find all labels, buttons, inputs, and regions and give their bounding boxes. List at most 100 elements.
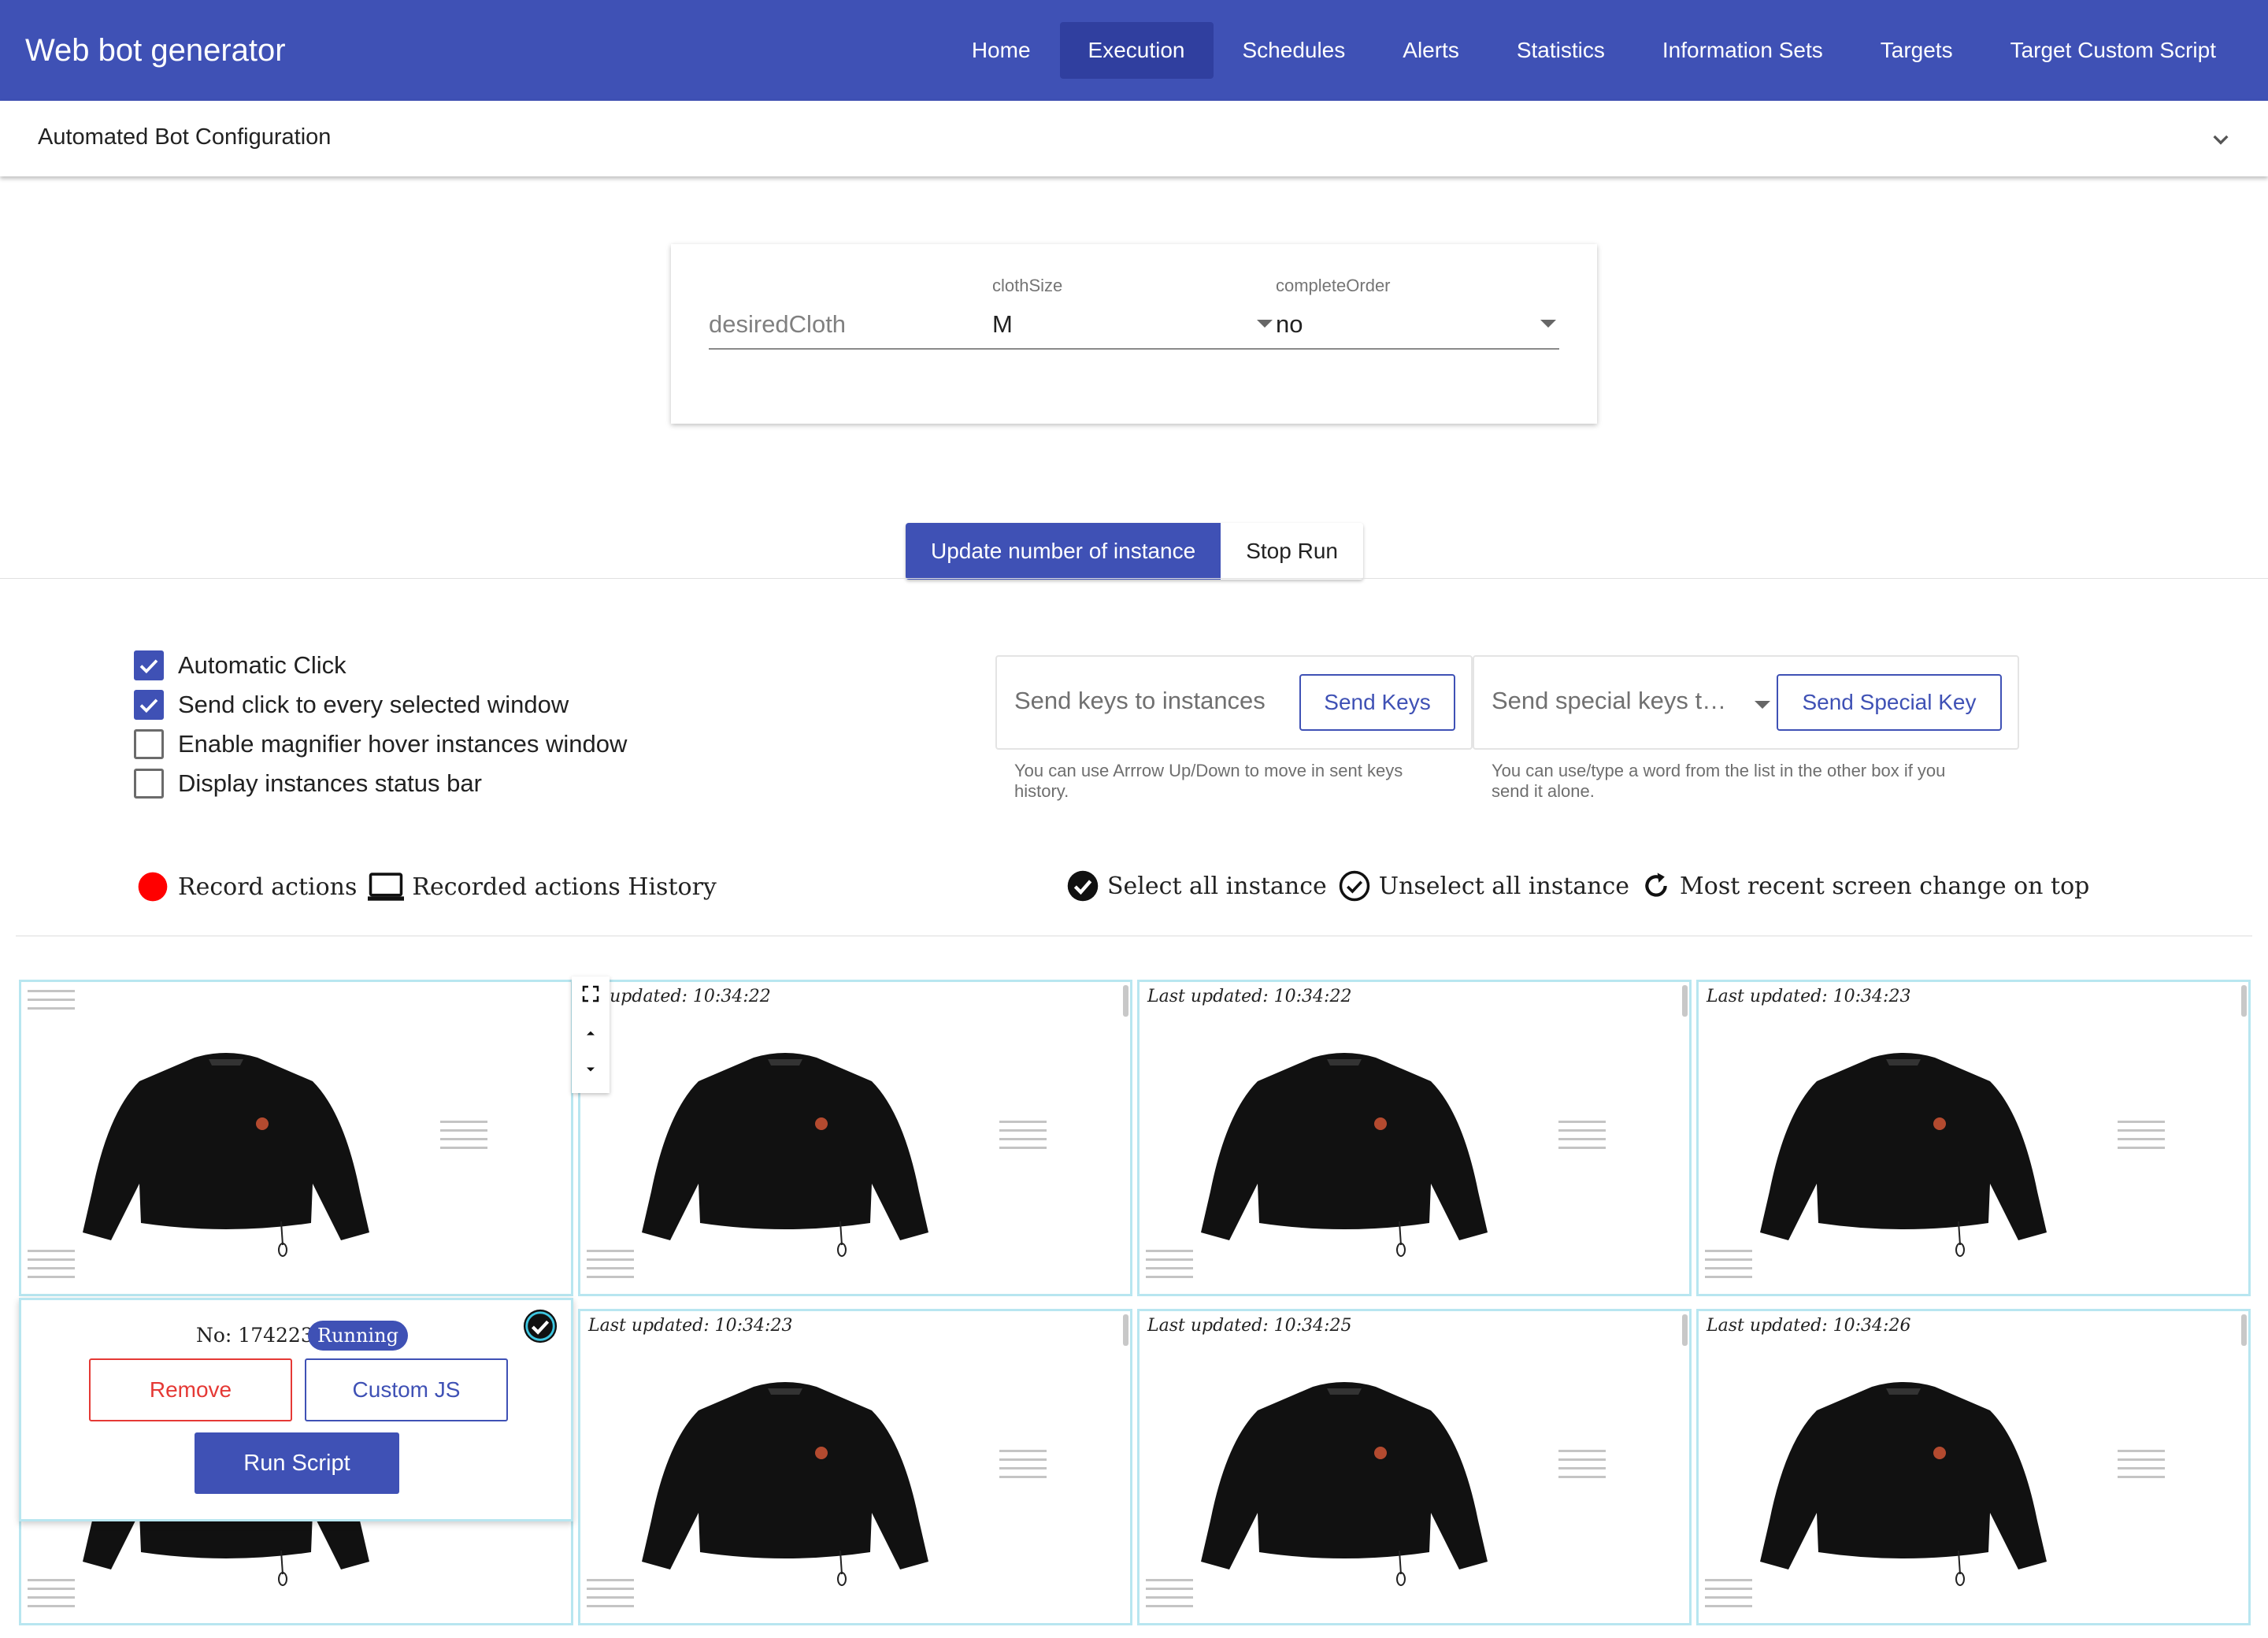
instance-tile[interactable]: st updated: 10:34:22 [578, 980, 1132, 1296]
record-actions-button[interactable]: Record actions [135, 869, 357, 904]
send-keys-button[interactable]: Send Keys [1299, 674, 1455, 731]
run-actions: Update number of instance Stop Run [906, 523, 1363, 580]
last-updated-text: Last updated: 10:34:23 [1707, 987, 1911, 1006]
run-script-button[interactable]: Run Script [195, 1432, 399, 1494]
tile-scrollbar[interactable] [1123, 985, 1128, 1017]
recent-on-top-button[interactable]: Most recent screen change on top [1640, 870, 2089, 902]
instance-tile[interactable]: Last updated: 10:34:22 [1137, 980, 1692, 1296]
tile-text-lines [28, 990, 75, 1016]
option-automatic-click[interactable]: Automatic Click [134, 646, 627, 685]
chevron-down-icon[interactable] [2205, 124, 2236, 156]
check-circle-outline-icon [1339, 870, 1370, 902]
option-enable-magnifier[interactable]: Enable magnifier hover instances window [134, 724, 627, 764]
instance-tile[interactable]: Last updated: 10:34:23 [1696, 980, 2251, 1296]
select-all-button[interactable]: Select all instance [1066, 869, 1327, 902]
option-display-status-bar[interactable]: Display instances status bar [134, 764, 627, 803]
nav-targets[interactable]: Targets [1852, 22, 1981, 79]
tile-text-lines [587, 1579, 634, 1614]
option-label: Send click to every selected window [178, 691, 569, 718]
config-panel-header[interactable]: Automated Bot Configuration [0, 101, 2268, 176]
record-actions-row: Record actions Recorded actions History [135, 869, 728, 904]
checkbox-checked[interactable] [134, 650, 164, 680]
app-root: Web bot generator Home Execution Schedul… [0, 0, 2268, 1638]
nav-home[interactable]: Home [943, 22, 1059, 79]
tile-scrollbar[interactable] [2241, 985, 2247, 1017]
selection-actions-row: Select all instance Unselect all instanc… [1066, 869, 2100, 902]
tile-scrollbar[interactable] [1682, 985, 1688, 1017]
arrow-up-icon[interactable] [580, 1022, 602, 1044]
send-special-input[interactable]: Send special keys t… [1492, 687, 1751, 715]
cloth-size-label: clothSize [992, 276, 1063, 295]
complete-order-select[interactable]: completeOrder no [1276, 276, 1559, 350]
last-updated-text: Last updated: 10:34:25 [1147, 1316, 1352, 1336]
options-list: Automatic Click Send click to every sele… [134, 646, 627, 803]
check-circle-selected-icon[interactable] [522, 1308, 558, 1344]
tile-scrollbar[interactable] [1682, 1314, 1688, 1346]
desired-cloth-field[interactable]: desiredCloth [709, 276, 992, 350]
main-nav: Home Execution Schedules Alerts Statisti… [943, 22, 2244, 79]
tile-text-lines [999, 1450, 1047, 1484]
tile-mini-toolbar [572, 976, 610, 1093]
desired-cloth-input[interactable]: desiredCloth [709, 310, 846, 339]
panel-title: Automated Bot Configuration [38, 124, 332, 150]
last-updated-text: Last updated: 10:34:22 [1147, 987, 1352, 1006]
jacket-image [642, 1382, 928, 1586]
recorded-history-button[interactable]: Recorded actions History [368, 871, 717, 902]
dropdown-arrow-icon[interactable] [1540, 320, 1556, 328]
tile-scrollbar[interactable] [1123, 1314, 1128, 1346]
nav-target-custom-script[interactable]: Target Custom Script [1982, 22, 2244, 79]
nav-information-sets[interactable]: Information Sets [1634, 22, 1851, 79]
last-updated-text: st updated: 10:34:22 [588, 987, 771, 1006]
instance-tile[interactable]: Last updated: 10:34:25 [1137, 1309, 1692, 1625]
record-icon [138, 872, 168, 902]
cloth-size-value: M [992, 310, 1013, 338]
send-special-key-button[interactable]: Send Special Key [1777, 674, 2002, 731]
tile-text-lines [28, 1250, 75, 1284]
tile-text-lines [440, 1121, 487, 1155]
arrow-down-icon[interactable] [580, 1058, 602, 1080]
check-circle-filled-icon [1067, 870, 1099, 902]
refresh-icon [1645, 873, 1667, 897]
nav-alerts[interactable]: Alerts [1374, 22, 1488, 79]
instance-detail-card: No: 174223 Running Remove Custom JS Run … [19, 1298, 573, 1521]
instance-tile[interactable]: Last updated: 10:34:26 [1696, 1309, 2251, 1625]
last-updated-text: Last updated: 10:34:26 [1707, 1316, 1911, 1336]
app-title: Web bot generator [25, 33, 286, 68]
option-label: Enable magnifier hover instances window [178, 730, 628, 758]
nav-statistics[interactable]: Statistics [1488, 22, 1633, 79]
laptop-icon [368, 873, 405, 901]
fullscreen-icon[interactable] [580, 983, 602, 1005]
jacket-image [1201, 1053, 1488, 1257]
send-keys-hint: You can use Arrrow Up/Down to move in se… [1014, 761, 1403, 801]
cloth-size-select[interactable]: clothSize M [992, 276, 1276, 350]
stop-run-button[interactable]: Stop Run [1221, 523, 1363, 580]
tile-text-lines [1558, 1121, 1606, 1155]
checkbox-checked[interactable] [134, 690, 164, 720]
checkbox-unchecked[interactable] [134, 769, 164, 799]
option-send-click-every-window[interactable]: Send click to every selected window [134, 685, 627, 724]
jacket-image [1760, 1053, 2047, 1257]
dropdown-arrow-icon[interactable] [1755, 701, 1770, 709]
jacket-image [642, 1053, 928, 1257]
nav-execution[interactable]: Execution [1059, 22, 1214, 79]
unselect-all-button[interactable]: Unselect all instance [1338, 869, 1629, 902]
last-updated-text: Last updated: 10:34:23 [588, 1316, 793, 1336]
jacket-image [83, 1053, 369, 1257]
option-label: Display instances status bar [178, 769, 482, 797]
tile-text-lines [587, 1250, 634, 1284]
nav-schedules[interactable]: Schedules [1214, 22, 1374, 79]
dropdown-arrow-icon[interactable] [1257, 320, 1273, 328]
update-instances-button[interactable]: Update number of instance [906, 523, 1221, 580]
instance-tile[interactable] [19, 980, 573, 1296]
checkbox-unchecked[interactable] [134, 729, 164, 759]
jacket-image [1201, 1382, 1488, 1586]
tile-scrollbar[interactable] [2241, 1314, 2247, 1346]
complete-order-label: completeOrder [1276, 276, 1391, 295]
remove-instance-button[interactable]: Remove [89, 1358, 292, 1421]
check-icon [139, 699, 158, 713]
custom-js-button[interactable]: Custom JS [305, 1358, 508, 1421]
send-keys-input[interactable]: Send keys to instances [1014, 687, 1298, 715]
instance-tile[interactable]: Last updated: 10:34:23 [578, 1309, 1132, 1625]
top-app-bar: Web bot generator Home Execution Schedul… [0, 0, 2268, 101]
unselect-all-label: Unselect all instance [1378, 872, 1630, 900]
